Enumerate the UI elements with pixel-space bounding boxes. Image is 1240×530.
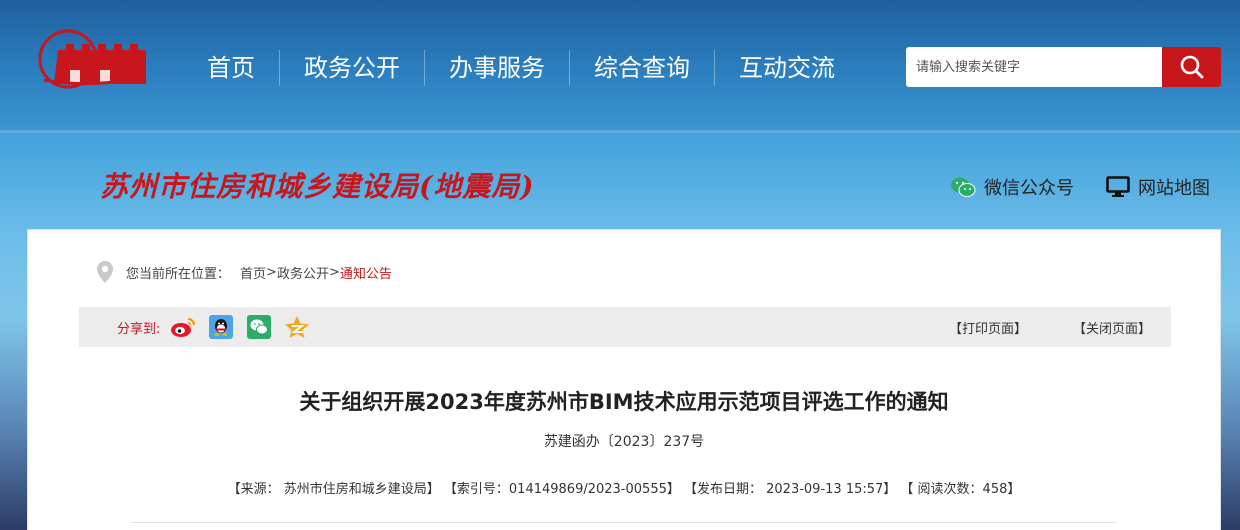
share-qzone-button[interactable] xyxy=(284,314,310,340)
main-nav: 首页 政务公开 办事服务 综合查询 互动交流 xyxy=(183,48,859,88)
search-button[interactable] xyxy=(1162,47,1221,87)
qq-icon xyxy=(209,315,234,339)
breadcrumb-separator: > xyxy=(328,264,340,280)
meta-index: 【索引号：014149869/2023-00555】 xyxy=(443,482,680,497)
breadcrumb: 您当前所在位置： 首页 > 政务公开 > 通知公告 xyxy=(96,260,392,284)
meta-views: 【 阅读次数：458】 xyxy=(900,482,1021,497)
site-title[interactable]: 苏州市住房和城乡建设局(地震局) xyxy=(100,165,535,205)
qzone-icon xyxy=(285,316,310,338)
nav-government-affairs[interactable]: 政务公开 xyxy=(280,50,424,86)
content-card: 您当前所在位置： 首页 > 政务公开 > 通知公告 分享到: 【打印页面】 【关… xyxy=(27,229,1221,530)
breadcrumb-home[interactable]: 首页 xyxy=(240,263,266,282)
print-page-button[interactable]: 【打印页面】 xyxy=(949,318,1027,337)
wechat-official-label: 微信公众号 xyxy=(984,178,1074,199)
breadcrumb-notices[interactable]: 通知公告 xyxy=(340,263,392,282)
share-label: 分享到: xyxy=(117,321,161,337)
meta-source: 【来源： 苏州市住房和城乡建设局】 xyxy=(227,482,440,497)
wechat-icon xyxy=(951,177,976,197)
sitemap-link[interactable]: 网站地图 xyxy=(1106,174,1210,200)
search-input[interactable] xyxy=(906,47,1162,87)
nav-interaction[interactable]: 互动交流 xyxy=(715,50,859,86)
location-pin-icon xyxy=(97,261,113,283)
article-title: 关于组织开展2023年度苏州市BIM技术应用示范项目评选工作的通知 xyxy=(299,390,949,414)
article-meta: 【来源： 苏州市住房和城乡建设局】 【索引号：014149869/2023-00… xyxy=(28,478,1220,497)
meta-date: 【发布日期： 2023-09-13 15:57】 xyxy=(684,482,897,497)
page-actions: 【打印页面】 【关闭页面】 xyxy=(903,318,1151,337)
share-wechat-button[interactable] xyxy=(246,314,272,340)
share-qq-button[interactable] xyxy=(208,314,234,340)
logo[interactable] xyxy=(30,28,160,90)
top-links: 微信公众号 网站地图 xyxy=(918,174,1210,200)
monitor-icon xyxy=(1106,176,1130,197)
search-icon xyxy=(1180,55,1203,79)
close-page-button[interactable]: 【关闭页面】 xyxy=(1073,318,1151,337)
weibo-icon xyxy=(171,318,196,337)
wechat-official-link[interactable]: 微信公众号 xyxy=(950,174,1074,200)
search-box xyxy=(906,47,1221,87)
nav-home[interactable]: 首页 xyxy=(183,50,279,86)
content-divider xyxy=(131,522,1116,523)
document-number: 苏建函办〔2023〕237号 xyxy=(543,434,705,450)
nav-query[interactable]: 综合查询 xyxy=(570,50,714,86)
share-weibo-button[interactable] xyxy=(170,314,196,340)
wechat-icon xyxy=(247,315,272,339)
nav-services[interactable]: 办事服务 xyxy=(425,50,569,86)
sitemap-label: 网站地图 xyxy=(1138,178,1210,199)
city-wall-logo xyxy=(38,29,146,89)
breadcrumb-government-affairs[interactable]: 政务公开 xyxy=(277,263,329,282)
breadcrumb-label: 您当前所在位置： xyxy=(126,266,231,282)
breadcrumb-separator: > xyxy=(266,264,277,280)
share-bar: 分享到: 【打印页面】 【关闭页面】 xyxy=(79,307,1171,347)
